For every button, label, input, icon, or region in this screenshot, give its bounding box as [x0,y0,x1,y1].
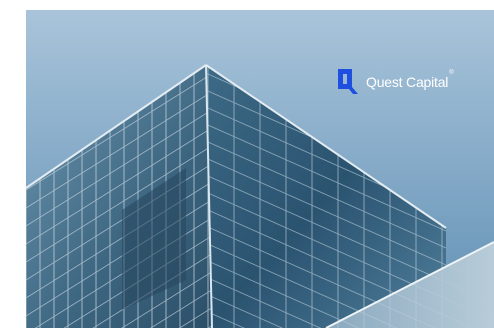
building-icon [26,10,494,328]
quest-logo-icon [338,69,358,94]
registered-mark: ® [449,70,454,76]
building-photo [26,10,494,328]
image-frame: Quest Capital® [0,0,494,328]
brand-name: Quest Capital® [366,70,454,90]
brand-logo: Quest Capital® [336,67,454,97]
